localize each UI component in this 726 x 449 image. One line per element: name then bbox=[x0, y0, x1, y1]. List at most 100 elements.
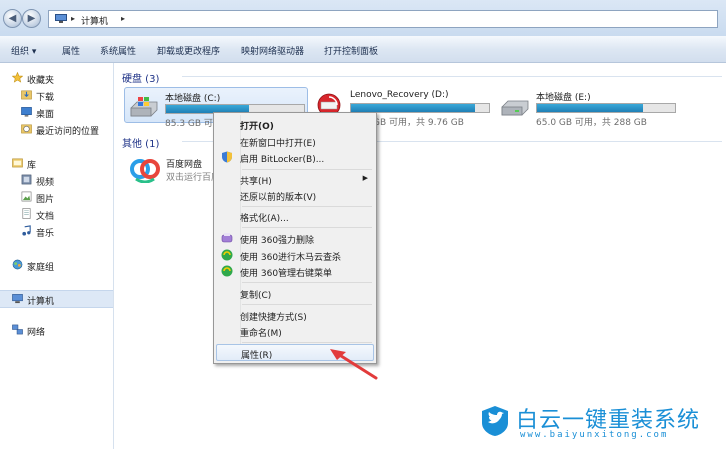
nav-documents[interactable]: 文档 bbox=[0, 206, 113, 222]
nav-homegroup-label: 家庭组 bbox=[27, 263, 55, 273]
baidu-netdisk-name: 百度网盘 bbox=[166, 160, 203, 170]
watermark-url: www.baiyunxitong.com bbox=[520, 430, 669, 440]
other-group-header[interactable]: 其他 (1) bbox=[122, 135, 159, 150]
menu-item-360-scan-label: 使用 360进行木马云查杀 bbox=[240, 253, 342, 263]
menu-item-bitlocker-label: 启用 BitLocker(B)... bbox=[240, 155, 325, 165]
menu-item-rename[interactable]: 重命名(M) bbox=[216, 323, 374, 340]
context-menu: 打开(O) 在新窗口中打开(E) 启用 BitLocker(B)... 共享(H… bbox=[213, 112, 377, 364]
submenu-arrow-icon: ▶ bbox=[362, 174, 368, 182]
nav-recent-label: 最近访问的位置 bbox=[36, 127, 100, 137]
organize-button[interactable]: 组织 ▾ bbox=[11, 44, 36, 57]
arrow-right-icon: ▶ bbox=[27, 13, 36, 24]
hard-drive-icon bbox=[501, 100, 529, 116]
hard-drive-windows-icon bbox=[130, 97, 158, 117]
menu-separator bbox=[242, 169, 372, 170]
menu-item-360-manage[interactable]: 使用 360管理右键菜单 bbox=[216, 263, 374, 280]
content-pane: 硬盘 (3) 本地磁盘 (C:) 85.3 GB 可用 Lenovo_Recov… bbox=[114, 63, 726, 449]
shredder-icon bbox=[221, 233, 233, 243]
system-properties-button[interactable]: 系统属性 bbox=[100, 44, 136, 57]
drive-d-name: Lenovo_Recovery (D:) bbox=[350, 90, 449, 100]
menu-item-format-label: 格式化(A)... bbox=[240, 214, 289, 224]
drive-e-free: 65.0 GB 可用，共 288 GB bbox=[536, 118, 647, 128]
menu-item-create-shortcut[interactable]: 创建快捷方式(S) bbox=[216, 307, 374, 324]
video-icon bbox=[21, 174, 32, 185]
menu-item-format[interactable]: 格式化(A)... bbox=[216, 208, 374, 225]
pictures-icon bbox=[21, 191, 32, 202]
menu-item-360-delete[interactable]: 使用 360强力删除 bbox=[216, 230, 374, 247]
homegroup-icon bbox=[12, 259, 23, 270]
menu-item-copy-label: 复制(C) bbox=[240, 291, 272, 301]
nav-downloads[interactable]: 下载 bbox=[0, 87, 113, 103]
menu-item-360-scan[interactable]: 使用 360进行木马云查杀 bbox=[216, 247, 374, 264]
menu-item-open-label: 打开(O) bbox=[240, 122, 274, 132]
forward-button[interactable]: ▶ bbox=[22, 9, 41, 28]
360-security-icon bbox=[221, 249, 233, 261]
desktop-icon bbox=[21, 107, 32, 117]
shield-icon bbox=[222, 151, 232, 163]
menu-item-create-shortcut-label: 创建快捷方式(S) bbox=[240, 313, 307, 323]
star-icon bbox=[12, 72, 23, 83]
nav-music-label: 音乐 bbox=[36, 229, 55, 239]
menu-item-restore[interactable]: 还原以前的版本(V) bbox=[216, 187, 374, 204]
documents-icon bbox=[22, 208, 31, 219]
nav-music[interactable]: 音乐 bbox=[0, 223, 113, 239]
nav-network[interactable]: 网络 bbox=[0, 322, 113, 338]
menu-item-open-new-window-label: 在新窗口中打开(E) bbox=[240, 139, 316, 149]
twitter-bird-logo-icon bbox=[482, 406, 508, 436]
baidu-netdisk-icon bbox=[130, 159, 160, 183]
menu-item-rename-label: 重命名(M) bbox=[240, 329, 282, 339]
command-toolbar: 组织 ▾ 属性 系统属性 卸载或更改程序 映射网络驱动器 打开控制面板 bbox=[0, 36, 726, 63]
navigation-pane: 收藏夹 下载 桌面 最近访问的位置 库 视频 图片 文档 音乐 家庭组 计算机 bbox=[0, 63, 114, 449]
music-icon bbox=[22, 225, 31, 236]
menu-item-restore-label: 还原以前的版本(V) bbox=[240, 193, 317, 203]
breadcrumb-dropdown[interactable]: ▸ bbox=[121, 14, 125, 23]
disks-group-header[interactable]: 硬盘 (3) bbox=[122, 70, 159, 85]
nav-videos[interactable]: 视频 bbox=[0, 172, 113, 188]
menu-item-360-delete-label: 使用 360强力删除 bbox=[240, 236, 315, 246]
recent-places-icon bbox=[21, 124, 32, 134]
address-bar-area: ◀ ▶ ▸ 计算机 ▸ bbox=[0, 0, 726, 36]
nav-computer[interactable]: 计算机 bbox=[0, 290, 113, 308]
back-button[interactable]: ◀ bbox=[3, 9, 22, 28]
menu-item-share-label: 共享(H) bbox=[240, 177, 272, 187]
group-divider bbox=[182, 76, 722, 77]
drive-c-name: 本地磁盘 (C:) bbox=[165, 94, 221, 104]
address-input[interactable]: ▸ 计算机 ▸ bbox=[48, 10, 718, 28]
menu-item-open-new-window[interactable]: 在新窗口中打开(E) bbox=[216, 133, 374, 150]
menu-item-copy[interactable]: 复制(C) bbox=[216, 285, 374, 302]
menu-separator bbox=[242, 342, 372, 343]
menu-item-360-manage-label: 使用 360管理右键菜单 bbox=[240, 269, 333, 279]
nav-desktop-label: 桌面 bbox=[36, 110, 55, 120]
360-security-icon bbox=[221, 265, 233, 277]
drive-e-usage-fill bbox=[537, 104, 644, 112]
breadcrumb-computer[interactable]: 计算机 bbox=[81, 14, 108, 27]
nav-favorites[interactable]: 收藏夹 bbox=[0, 70, 113, 86]
drive-d-usage-fill bbox=[351, 104, 476, 112]
menu-item-bitlocker[interactable]: 启用 BitLocker(B)... bbox=[216, 149, 374, 166]
library-icon bbox=[12, 158, 23, 168]
uninstall-button[interactable]: 卸载或更改程序 bbox=[157, 44, 220, 57]
nav-homegroup[interactable]: 家庭组 bbox=[0, 257, 113, 273]
nav-favorites-label: 收藏夹 bbox=[27, 76, 55, 86]
map-drive-button[interactable]: 映射网络驱动器 bbox=[241, 44, 304, 57]
breadcrumb-separator[interactable]: ▸ bbox=[71, 14, 75, 23]
menu-item-properties-label: 属性(R) bbox=[241, 351, 273, 361]
nav-libraries-label: 库 bbox=[27, 161, 37, 171]
menu-item-open[interactable]: 打开(O) bbox=[216, 116, 374, 133]
computer-icon bbox=[12, 294, 23, 304]
annotation-arrow-icon bbox=[330, 349, 378, 380]
drive-e-usage-bar bbox=[536, 103, 676, 113]
nav-libraries[interactable]: 库 bbox=[0, 155, 113, 171]
nav-recent[interactable]: 最近访问的位置 bbox=[0, 121, 113, 137]
menu-separator bbox=[242, 304, 372, 305]
menu-item-share[interactable]: 共享(H) ▶ bbox=[216, 171, 374, 188]
menu-separator bbox=[242, 206, 372, 207]
nav-desktop[interactable]: 桌面 bbox=[0, 104, 113, 120]
nav-documents-label: 文档 bbox=[36, 212, 55, 222]
control-panel-button[interactable]: 打开控制面板 bbox=[324, 44, 378, 57]
nav-pictures[interactable]: 图片 bbox=[0, 189, 113, 205]
download-folder-icon bbox=[21, 90, 32, 100]
drive-e[interactable]: 本地磁盘 (E:) 65.0 GB 可用，共 288 GB bbox=[496, 87, 692, 128]
properties-button[interactable]: 属性 bbox=[62, 44, 80, 57]
menu-separator bbox=[242, 227, 372, 228]
